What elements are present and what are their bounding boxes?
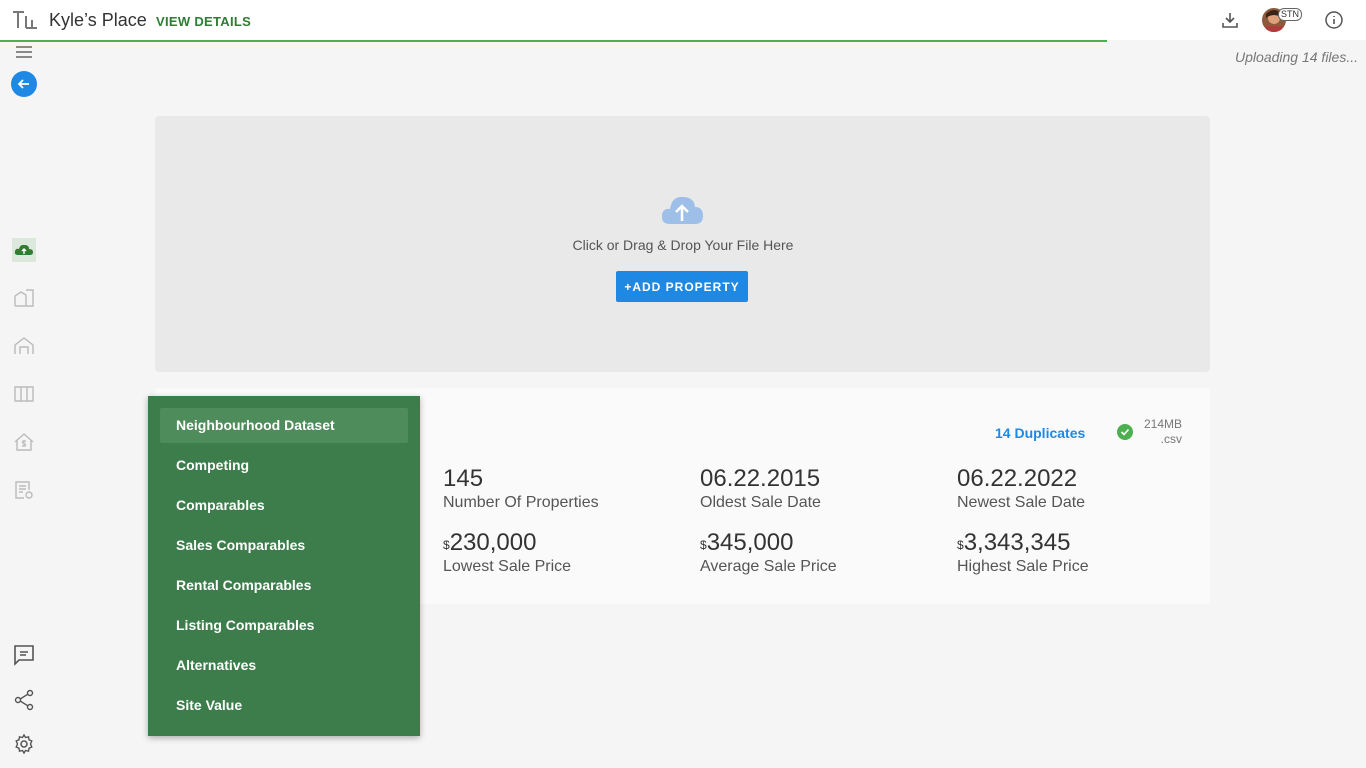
check-circle-icon	[1117, 424, 1133, 440]
menu-item-neighbourhood-dataset[interactable]: Neighbourhood Dataset	[160, 408, 408, 443]
stat-amount: 3,343,345	[963, 529, 1071, 556]
upload-status-text: Uploading 14 files...	[1235, 49, 1358, 65]
home-dollar-icon[interactable]	[12, 430, 36, 454]
upload-progress-bar	[0, 40, 1107, 42]
feedback-icon[interactable]	[12, 643, 36, 667]
back-arrow-icon	[17, 79, 29, 89]
view-details-link[interactable]: VIEW DETAILS	[156, 14, 251, 29]
stat-label: Number Of Properties	[443, 494, 599, 511]
document-settings-icon[interactable]	[12, 478, 36, 502]
stat-newest-sale-date: 06.22.2022 Newest Sale Date	[957, 465, 1085, 513]
stat-value: $230,000	[443, 529, 571, 557]
menu-item-comparables[interactable]: Comparables	[160, 488, 408, 523]
stat-number-of-properties: 145 Number Of Properties	[443, 465, 599, 513]
stat-lowest-sale-price: $230,000 Lowest Sale Price	[443, 529, 571, 577]
gear-icon[interactable]	[12, 732, 36, 756]
cloud-upload-icon	[661, 196, 703, 224]
building-icon[interactable]	[12, 286, 36, 310]
stat-value: $3,343,345	[957, 529, 1089, 557]
stat-label: Oldest Sale Date	[700, 494, 821, 511]
stat-label: Newest Sale Date	[957, 494, 1086, 511]
menu-item-listing-comparables[interactable]: Listing Comparables	[160, 608, 408, 643]
stat-amount: 345,000	[706, 529, 794, 556]
stat-value: 06.22.2022	[957, 465, 1078, 492]
currency-symbol: $	[443, 538, 450, 552]
dataset-type-menu: Neighbourhood Dataset Competing Comparab…	[148, 396, 420, 736]
stat-value: $345,000	[700, 529, 837, 557]
stat-highest-sale-price: $3,343,345 Highest Sale Price	[957, 529, 1089, 577]
menu-icon[interactable]	[12, 40, 36, 64]
drop-instruction: Click or Drag & Drop Your File Here	[572, 237, 794, 253]
stat-label: Highest Sale Price	[957, 558, 1089, 575]
stat-oldest-sale-date: 06.22.2015 Oldest Sale Date	[700, 465, 821, 513]
stat-average-sale-price: $345,000 Average Sale Price	[700, 529, 837, 577]
stat-value: 06.22.2015	[700, 465, 821, 492]
file-size: 214MB	[1143, 417, 1182, 431]
stat-value: 145	[443, 465, 484, 492]
avatar-badge: STN	[1278, 8, 1302, 21]
stat-amount: 230,000	[449, 529, 537, 556]
duplicates-link[interactable]: 14 Duplicates	[995, 425, 1085, 441]
stat-label: Lowest Sale Price	[443, 558, 572, 575]
stat-label: Average Sale Price	[700, 558, 837, 575]
menu-item-site-value[interactable]: Site Value	[160, 688, 408, 723]
currency-symbol: $	[957, 538, 964, 552]
house-icon[interactable]	[12, 334, 36, 358]
currency-symbol: $	[700, 538, 707, 552]
columns-icon[interactable]	[12, 382, 36, 406]
menu-item-sales-comparables[interactable]: Sales Comparables	[160, 528, 408, 563]
menu-item-competing[interactable]: Competing	[160, 448, 408, 483]
menu-item-rental-comparables[interactable]: Rental Comparables	[160, 568, 408, 603]
download-icon[interactable]	[1220, 10, 1240, 30]
page-title: Kyle’s Place	[49, 10, 147, 30]
file-size-info: 214MB .csv	[1140, 417, 1182, 447]
add-property-button[interactable]: +ADD PROPERTY	[616, 271, 748, 302]
back-button[interactable]	[11, 71, 37, 97]
menu-item-alternatives[interactable]: Alternatives	[160, 648, 408, 683]
file-extension: .csv	[1160, 432, 1182, 446]
app-logo-icon[interactable]	[12, 10, 38, 30]
info-icon[interactable]	[1324, 10, 1344, 30]
share-icon[interactable]	[12, 688, 36, 712]
